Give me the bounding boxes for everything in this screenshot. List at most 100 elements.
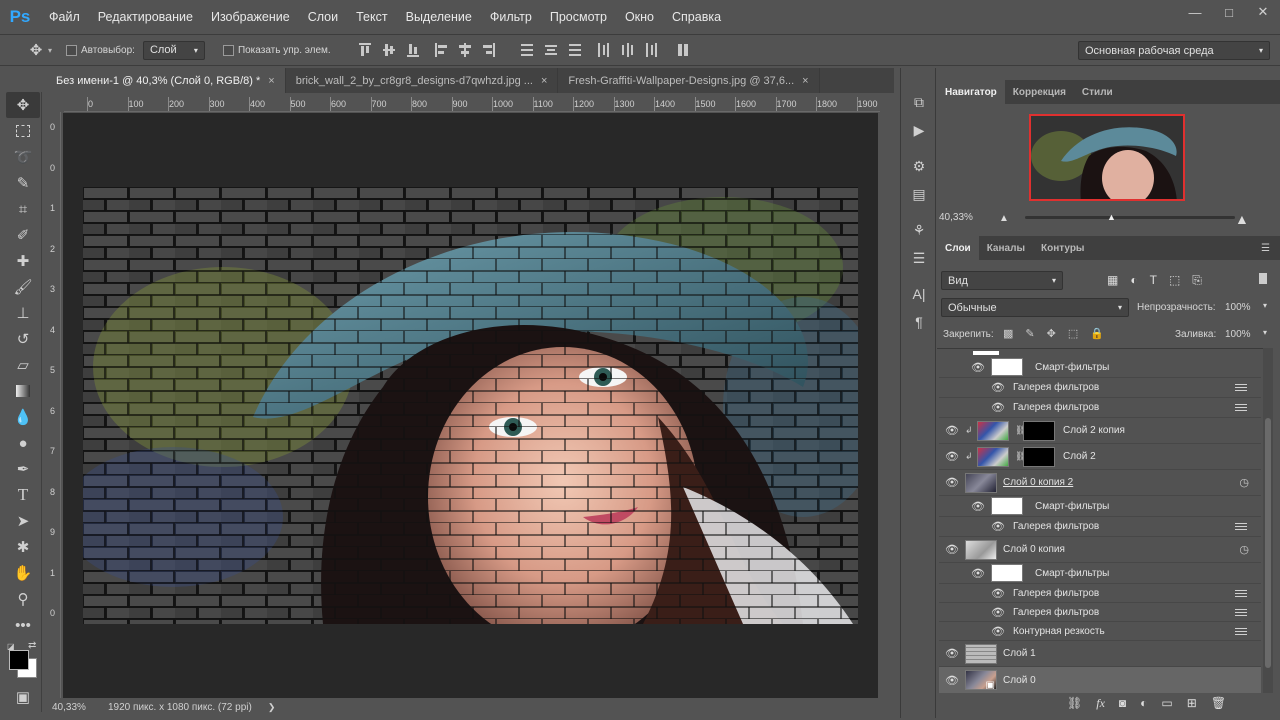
menu-select[interactable]: Выделение [397, 10, 481, 24]
menu-filter[interactable]: Фильтр [481, 10, 541, 24]
minimize-button[interactable]: — [1178, 0, 1212, 24]
menu-file[interactable]: Файл [40, 10, 89, 24]
filter-pixel-icon[interactable]: ▦ [1107, 273, 1118, 288]
smart-filters-row[interactable]: 👁 Смарт-фильтры [939, 563, 1261, 584]
eye-icon[interactable]: 👁 [939, 450, 965, 463]
lasso-icon[interactable]: ➰ [6, 144, 40, 170]
shape-icon[interactable]: ✱ [6, 534, 40, 560]
blend-mode-dropdown[interactable]: Обычные ▾ [941, 298, 1129, 317]
filter-type-icon[interactable]: T [1150, 273, 1157, 288]
filter-row[interactable]: 👁 Галерея фильтров [939, 517, 1261, 537]
layer-row-selected[interactable]: 👁 ▣ Слой 0 [939, 667, 1261, 693]
fill-value[interactable]: 100% [1225, 329, 1251, 340]
lock-transparent-icon[interactable]: ▩ [1003, 327, 1013, 340]
menu-window[interactable]: Окно [616, 10, 663, 24]
dodge-icon[interactable]: ● [6, 430, 40, 456]
layers-scrollbar[interactable] [1263, 348, 1273, 693]
distribute-vcenter-icon[interactable] [544, 43, 557, 57]
align-bottom-icon[interactable] [406, 43, 419, 57]
filter-options-icon[interactable] [1235, 403, 1247, 412]
filter-mask-thumbnail[interactable] [991, 497, 1023, 515]
zoom-slider[interactable]: ▲ [1025, 212, 1235, 222]
trash-icon[interactable]: 🗑 [1211, 696, 1226, 711]
filter-options-icon[interactable] [1235, 383, 1247, 392]
close-tab-icon[interactable]: × [802, 75, 808, 87]
menu-edit[interactable]: Редактирование [89, 10, 202, 24]
new-layer-icon[interactable]: ⊞ [1187, 696, 1197, 711]
filter-shape-icon[interactable]: ⬚ [1169, 273, 1180, 288]
canvas-artwork-brick-graffiti-portrait[interactable] [83, 187, 858, 624]
close-tab-icon[interactable]: × [268, 75, 274, 87]
ruler-corner[interactable] [46, 97, 64, 112]
pen-icon[interactable]: ✒ [6, 456, 40, 482]
move-icon[interactable]: ✥ [6, 92, 40, 118]
distribute-top-icon[interactable] [520, 43, 533, 57]
close-button[interactable]: ✕ [1246, 0, 1280, 24]
move-tool-icon[interactable]: ✥ [24, 41, 48, 59]
type-icon[interactable]: T [6, 482, 40, 508]
layer-thumbnail[interactable]: ▣ [965, 670, 997, 690]
swap-colors-icon[interactable]: ⇄ [28, 640, 36, 651]
lock-all-icon[interactable]: 🔒 [1090, 327, 1104, 340]
eraser-icon[interactable]: ▱ [6, 352, 40, 378]
autoselect-checkbox[interactable] [66, 44, 78, 56]
layer-row[interactable]: 👁 ↲ ⛓ Слой 2 [939, 444, 1261, 470]
layer-thumbnail[interactable] [965, 643, 997, 664]
close-tab-icon[interactable]: × [541, 75, 547, 87]
lock-position-icon[interactable]: ✥ [1047, 327, 1056, 340]
distribute-right-icon[interactable] [645, 43, 657, 57]
eye-icon[interactable]: 👁 [989, 381, 1007, 394]
zoom-slider-handle[interactable]: ▲ [1107, 212, 1116, 222]
filter-row[interactable]: 👁 Галерея фильтров [939, 398, 1261, 418]
eye-icon[interactable]: 👁 [939, 476, 965, 489]
layer-filter-dropdown[interactable]: Вид ▾ [941, 271, 1063, 290]
distribute-bottom-icon[interactable] [568, 43, 581, 57]
filter-options-icon[interactable] [1235, 627, 1247, 636]
filter-toggle-icon[interactable] [1259, 273, 1267, 284]
eye-icon[interactable]: 👁 [965, 500, 991, 513]
filter-mask-thumbnail[interactable] [991, 564, 1023, 582]
eye-icon[interactable]: 👁 [989, 587, 1007, 600]
opacity-chevron-icon[interactable]: ▾ [1263, 301, 1267, 310]
stamp-icon[interactable]: ⊥ [6, 300, 40, 326]
link-layers-icon[interactable]: ⛓ [1067, 696, 1082, 711]
horizontal-ruler[interactable]: 0 100 200 300 400 500 600 700 800 900 1000 1100 1200… [64, 97, 880, 112]
restore-button[interactable]: □ [1212, 0, 1246, 24]
distribute-left-icon[interactable] [597, 43, 609, 57]
lock-artboard-icon[interactable]: ⬚ [1068, 327, 1078, 340]
status-menu-arrow-icon[interactable]: ❯ [268, 702, 276, 713]
tab-document-2[interactable]: brick_wall_2_by_cr8gr8_designs-d7qwhzd.j… [286, 68, 559, 93]
layer-mask-thumbnail[interactable] [1023, 420, 1055, 441]
crop-icon[interactable]: ⌗ [6, 196, 40, 222]
zoom-icon[interactable]: ⚲ [6, 586, 40, 612]
foreground-color-swatch[interactable] [9, 650, 29, 670]
lock-paint-icon[interactable]: ✎ [1025, 327, 1034, 340]
eye-icon[interactable]: 👁 [965, 567, 991, 580]
layer-row[interactable]: 👁 Слой 0 копия ◷ [939, 537, 1261, 563]
blur-icon[interactable]: 💧 [6, 404, 40, 430]
vertical-ruler[interactable]: 0012345678910 [46, 112, 61, 698]
filter-options-icon[interactable] [1235, 589, 1247, 598]
zoom-out-icon[interactable]: ▲ [999, 213, 1009, 224]
eye-icon[interactable]: 👁 [989, 520, 1007, 533]
menu-image[interactable]: Изображение [202, 10, 299, 24]
eyedropper-icon[interactable]: ✐ [6, 222, 40, 248]
workspace-dropdown[interactable]: Основная рабочая среда ▾ [1078, 41, 1270, 60]
marquee-icon[interactable] [6, 118, 40, 144]
filter-row[interactable]: 👁 Галерея фильтров [939, 378, 1261, 398]
adjustment-layer-icon[interactable]: ◐ [1140, 696, 1147, 711]
quick-select-icon[interactable]: ✎ [6, 170, 40, 196]
brush-presets-icon[interactable]: ⚘ [901, 216, 937, 244]
info-panel-icon[interactable]: ▤ [901, 180, 937, 208]
fx-icon[interactable]: fx [1096, 696, 1105, 711]
layer-mask-thumbnail[interactable] [1023, 446, 1055, 467]
eye-icon[interactable]: 👁 [939, 424, 965, 437]
tab-layers[interactable]: Слои [937, 236, 979, 260]
menu-type[interactable]: Текст [347, 10, 396, 24]
tab-paths[interactable]: Контуры [1033, 236, 1092, 260]
eye-icon[interactable]: 👁 [939, 543, 965, 556]
filter-mask-thumbnail[interactable] [991, 358, 1023, 376]
properties-panel-icon[interactable]: ⚙ [901, 152, 937, 180]
filter-smart-icon[interactable]: ⎘ [1192, 273, 1202, 288]
autoselect-dropdown[interactable]: Слой ▾ [142, 40, 205, 60]
